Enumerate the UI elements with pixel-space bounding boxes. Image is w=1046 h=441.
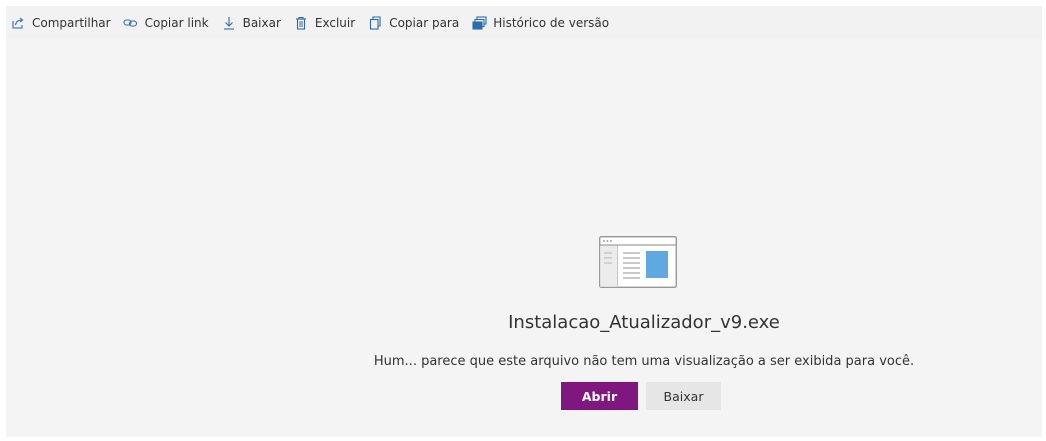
copy-icon xyxy=(367,15,383,31)
file-preview-icon xyxy=(599,236,677,292)
share-label: Compartilhar xyxy=(32,15,111,30)
copy-link-button[interactable]: Copiar link xyxy=(123,11,209,35)
copy-to-button[interactable]: Copiar para xyxy=(367,11,459,35)
trash-icon xyxy=(293,15,309,31)
delete-label: Excluir xyxy=(314,15,356,30)
share-button[interactable]: Compartilhar xyxy=(10,11,111,35)
delete-button[interactable]: Excluir xyxy=(293,11,355,35)
command-bar: Compartilhar Copiar link Baixar Excluir … xyxy=(6,6,1042,39)
download-toolbar-label: Baixar xyxy=(242,15,281,30)
download-toolbar-button[interactable]: Baixar xyxy=(221,11,281,35)
download-icon xyxy=(221,15,237,31)
share-icon xyxy=(10,15,26,31)
copy-to-label: Copiar para xyxy=(389,15,460,30)
file-name: Instalacao_Atualizador_v9.exe xyxy=(508,312,780,333)
copy-link-label: Copiar link xyxy=(144,15,209,30)
file-viewer: Compartilhar Copiar link Baixar Excluir … xyxy=(6,6,1042,437)
preview-area: Instalacao_Atualizador_v9.exe Hum... par… xyxy=(6,39,1042,437)
link-icon xyxy=(123,15,139,31)
version-history-label: Histórico de versão xyxy=(493,15,610,30)
download-button[interactable]: Baixar xyxy=(646,382,721,410)
open-button[interactable]: Abrir xyxy=(561,382,638,410)
version-history-button[interactable]: Histórico de versão xyxy=(471,11,609,35)
version-history-icon xyxy=(471,15,487,31)
no-preview-message: Hum... parece que este arquivo não tem u… xyxy=(373,354,915,369)
